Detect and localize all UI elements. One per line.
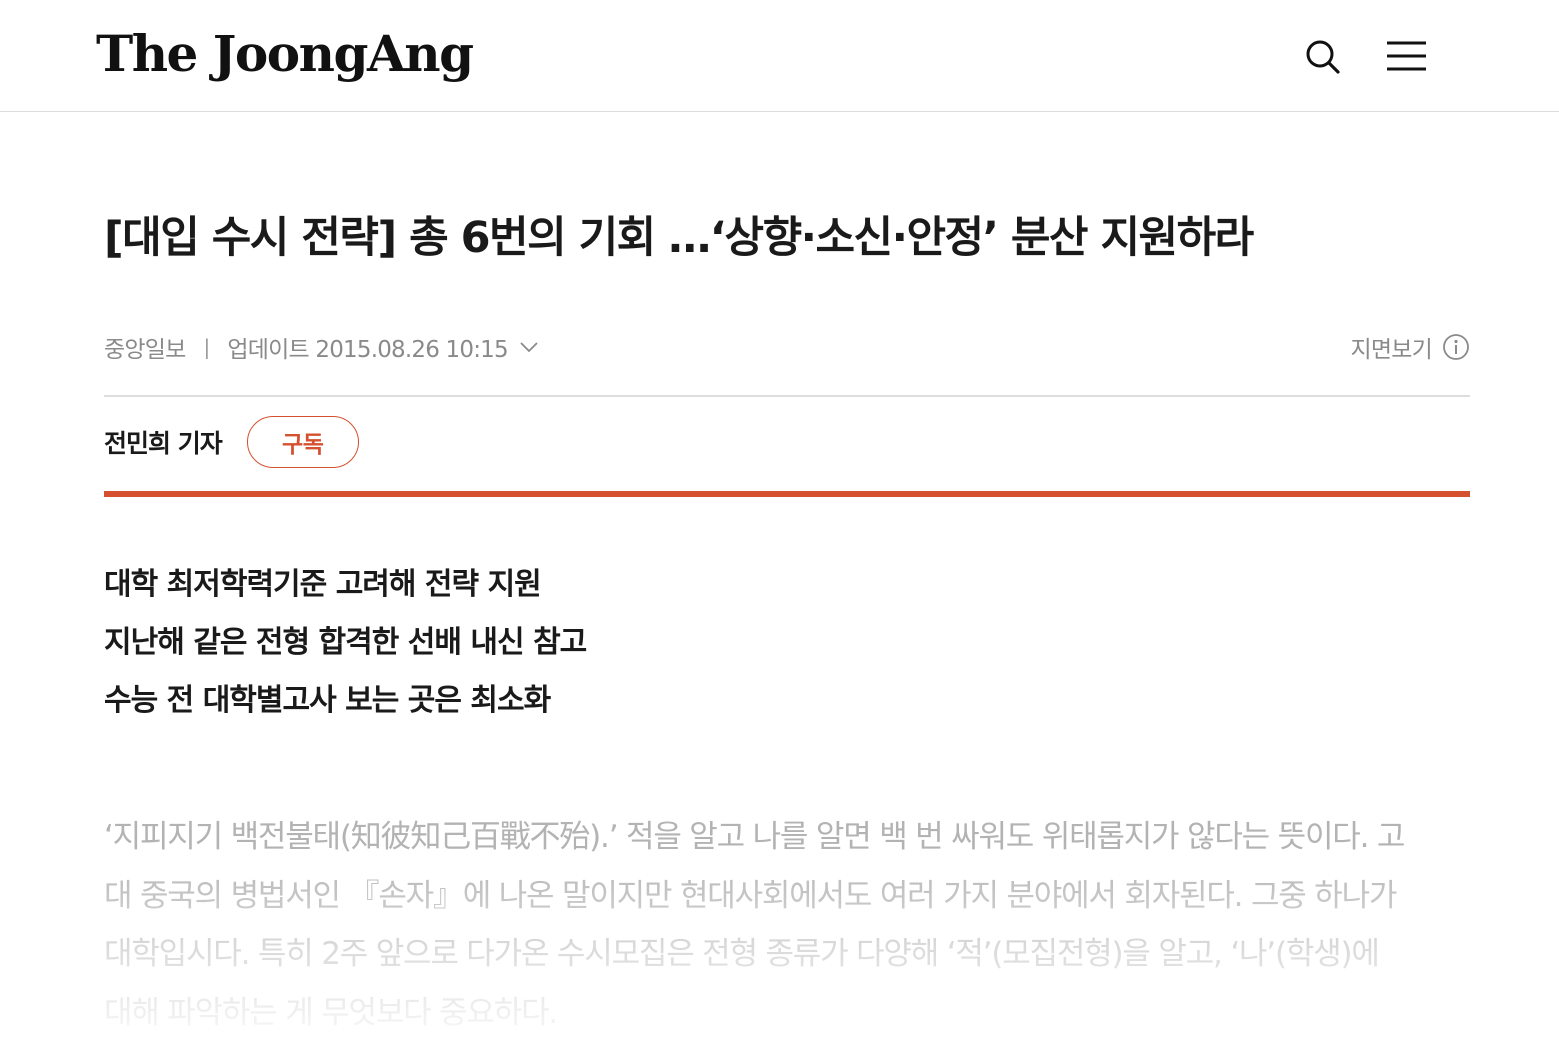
subhead-item: 지난해 같은 전형 합격한 선배 내신 참고 <box>104 625 587 660</box>
subhead-item: 수능 전 대학별고사 보는 곳은 최소화 <box>104 683 551 718</box>
info-icon[interactable] <box>1442 333 1470 361</box>
subhead-item: 대학 최저학력기준 고려해 전략 지원 <box>104 567 542 602</box>
site-header: The JoongAng <box>0 0 1559 112</box>
hamburger-menu-icon[interactable] <box>1384 34 1428 78</box>
article-meta: 중앙일보 | 업데이트 2015.08.26 10:15 <box>104 328 540 366</box>
site-logo[interactable]: The JoongAng <box>96 24 474 84</box>
paper-view-link[interactable]: 지면보기 <box>1351 328 1470 366</box>
search-icon[interactable] <box>1300 34 1344 78</box>
meta-separator: | <box>203 335 210 359</box>
update-timestamp: 업데이트 2015.08.26 10:15 <box>227 337 508 363</box>
meta-divider <box>104 395 1470 397</box>
reporter-name[interactable]: 전민희 기자 <box>104 424 223 460</box>
article-body-preview: ‘지피지기 백전불태(知彼知己百戰不殆).’ 적을 알고 나를 알면 백 번 싸… <box>104 819 1405 1031</box>
source-label: 중앙일보 <box>104 337 186 363</box>
byline: 전민희 기자 구독 <box>104 416 359 468</box>
accent-divider <box>104 491 1470 497</box>
chevron-down-icon[interactable] <box>518 336 540 358</box>
article-subheads: 대학 최저학력기준 고려해 전략 지원 지난해 같은 전형 합격한 선배 내신 … <box>104 556 587 730</box>
subscribe-button[interactable]: 구독 <box>246 416 359 468</box>
article-headline: [대입 수시 전략] 총 6번의 기회 …‘상향·소신·안정’ 분산 지원하라 <box>104 213 1254 263</box>
paper-view-label: 지면보기 <box>1350 337 1433 363</box>
